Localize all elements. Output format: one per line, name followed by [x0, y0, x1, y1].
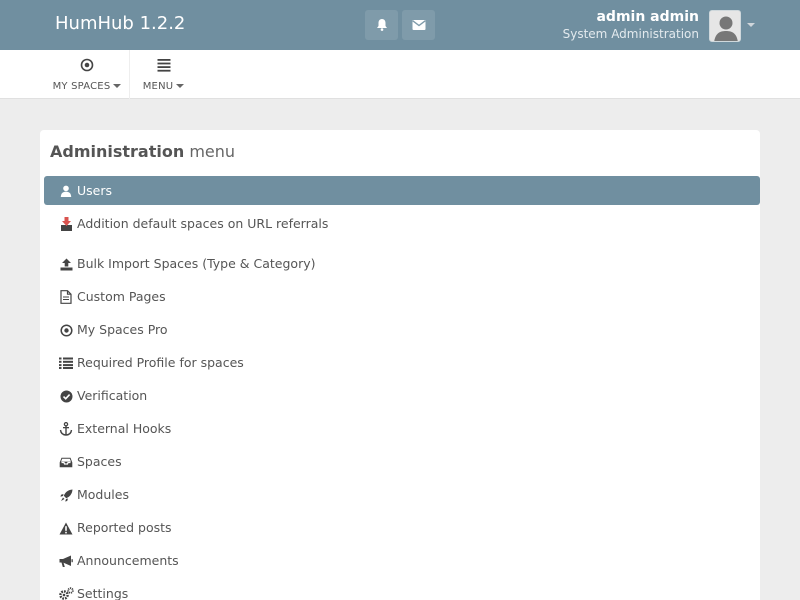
warning-icon	[58, 520, 74, 536]
menu-item-label: My Spaces Pro	[77, 322, 168, 337]
admin-menu-item-custom-pages[interactable]: Custom Pages	[44, 282, 760, 311]
admin-menu-item-verification[interactable]: Verification	[44, 381, 760, 410]
download-icon	[58, 216, 74, 232]
messages-button[interactable]	[402, 10, 435, 40]
admin-menu-item-bulk-import[interactable]: Bulk Import Spaces (Type & Category)	[44, 249, 760, 278]
hamburger-icon	[157, 59, 170, 72]
administration-panel: Administration menu Users Addition defau…	[40, 130, 760, 600]
admin-menu-item-external-hooks[interactable]: External Hooks	[44, 414, 760, 443]
anchor-icon	[58, 421, 74, 437]
menu-item-label: Users	[77, 183, 113, 198]
menu-item-label: Custom Pages	[77, 289, 166, 304]
menu-item-label: Addition default spaces on URL referrals	[77, 216, 329, 231]
admin-menu-item-my-spaces-pro[interactable]: My Spaces Pro	[44, 315, 760, 344]
admin-menu-item-settings[interactable]: Settings	[44, 579, 760, 600]
bell-icon	[376, 19, 387, 31]
bullhorn-icon	[58, 553, 74, 569]
menu-item-label: External Hooks	[77, 421, 172, 436]
admin-menu-item-announcements[interactable]: Announcements	[44, 546, 760, 575]
menu-label: MENU	[131, 81, 196, 92]
admin-menu-item-users[interactable]: Users	[44, 176, 760, 205]
admin-menu-item-required-profile[interactable]: Required Profile for spaces	[44, 348, 760, 377]
my-spaces-label: MY SPACES	[45, 81, 129, 92]
file-icon	[58, 289, 74, 305]
notifications-button[interactable]	[365, 10, 398, 40]
admin-menu-item-modules[interactable]: Modules	[44, 480, 760, 509]
admin-menu-item-spaces[interactable]: Spaces	[44, 447, 760, 476]
inbox-icon	[58, 454, 74, 470]
upload-icon	[58, 256, 74, 272]
menu-item-label: Required Profile for spaces	[77, 355, 244, 370]
menu-item-label: Reported posts	[77, 520, 172, 535]
admin-menu-item-reported-posts[interactable]: Reported posts	[44, 513, 760, 542]
user-name: admin admin	[596, 9, 699, 25]
menu-dropdown[interactable]: MENU	[131, 50, 196, 99]
menu-item-label: Bulk Import Spaces (Type & Category)	[77, 256, 316, 271]
admin-menu-item-default-spaces[interactable]: Addition default spaces on URL referrals	[44, 209, 760, 238]
sub-navigation: MY SPACES MENU	[0, 50, 800, 99]
my-spaces-dropdown[interactable]: MY SPACES	[45, 50, 130, 99]
top-bar: HumHub 1.2.2 admin admin System Administ…	[0, 0, 800, 50]
chevron-down-icon	[113, 84, 122, 88]
list-icon	[58, 355, 74, 371]
dot-circle-icon	[80, 58, 94, 72]
brand-title[interactable]: HumHub 1.2.2	[55, 13, 185, 34]
menu-item-label: Spaces	[77, 454, 122, 469]
menu-item-label: Announcements	[77, 553, 179, 568]
menu-item-label: Modules	[77, 487, 129, 502]
rocket-icon	[58, 487, 74, 503]
chevron-down-icon	[176, 84, 185, 88]
menu-item-label: Verification	[77, 388, 148, 403]
dot-circle-icon	[58, 322, 74, 338]
user-icon	[58, 183, 74, 199]
user-info[interactable]: admin admin System Administration	[563, 9, 699, 42]
user-title: System Administration	[562, 27, 699, 41]
avatar-silhouette-icon	[710, 11, 740, 41]
envelope-icon	[411, 20, 426, 30]
avatar[interactable]	[709, 10, 741, 42]
panel-title: Administration menu	[50, 142, 236, 161]
menu-item-label: Settings	[77, 586, 129, 600]
check-circle-icon	[58, 388, 74, 404]
cogs-icon	[58, 586, 74, 600]
user-dropdown-caret-icon[interactable]	[747, 23, 755, 27]
